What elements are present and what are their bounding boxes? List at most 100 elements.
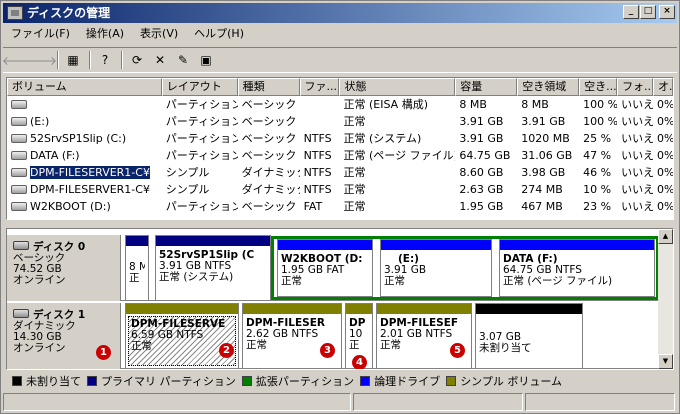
partition-status: 正常 (ページ ファイル) — [503, 275, 613, 287]
window-title: ディスクの管理 — [27, 6, 111, 20]
volume-row[interactable]: W2KBOOT (D:) パーティション ベーシック FAT 正常 1.95 GB 467 … — [7, 198, 673, 215]
column-header-free-percent[interactable]: 空き... — [579, 78, 618, 96]
volume-icon — [11, 100, 27, 109]
delete-icon[interactable]: ✕ — [151, 51, 169, 69]
menu-help[interactable]: ヘルプ(H) — [186, 25, 252, 42]
scroll-down-button[interactable]: ▼ — [658, 354, 673, 369]
cell-filesystem: NTFS — [303, 183, 332, 196]
minimize-button[interactable]: _ — [623, 5, 639, 19]
cell-fault-tolerance: いいえ — [621, 115, 654, 128]
volume-icon — [11, 168, 27, 177]
cell-volume: DATA (F:) — [7, 147, 162, 164]
volume-row[interactable]: DPM-FILESERVER1-C¥ シンプル ダイナミックNTFS 正常 2.63 G… — [7, 181, 673, 198]
scroll-up-button[interactable]: ▲ — [658, 229, 673, 244]
cell-free-space: 467 MB — [521, 200, 563, 213]
export-icon[interactable]: ▣ — [197, 51, 215, 69]
volume-list-header: ボリューム レイアウト 種類 ファ... 状態 容量 空き領域 空き... フォ… — [7, 78, 673, 96]
cell-free-percent: 47 % — [583, 149, 612, 162]
menu-action[interactable]: 操作(A) — [78, 25, 132, 42]
column-header-filesystem[interactable]: ファ... — [299, 78, 340, 96]
volume-name: DPM-FILESERVER1-C¥ — [30, 166, 150, 179]
cell-free-space: 1020 MB — [521, 132, 570, 145]
cell-status: 正常 (ページ ファイル) — [343, 149, 456, 162]
cell-fault-tolerance: いいえ — [621, 132, 654, 145]
disk-0-label[interactable]: ディスク 0 ベーシック 74.52 GB オンライン — [7, 235, 121, 301]
disk-0-partition-e[interactable]: (E:) 3.91 GB 正常 — [380, 239, 492, 297]
forward-arrow-icon[interactable]: 🡒 — [25, 51, 57, 69]
title-bar[interactable]: ディスクの管理 _ □ × — [3, 3, 677, 23]
volume-row[interactable]: DATA (F:) パーティション ベーシック NTFS 正常 (ページ ファイル) 64… — [7, 147, 673, 164]
legend-label: 論理ドライブ — [374, 375, 441, 388]
help-icon[interactable]: ? — [96, 51, 114, 69]
disk-0-row: ディスク 0 ベーシック 74.52 GB オンライン 8 M正 52SrvSP… — [7, 235, 659, 301]
unallocated-bar — [476, 304, 582, 314]
cell-fault-tolerance: いいえ — [621, 200, 654, 213]
column-header-status[interactable]: 状態 — [339, 78, 456, 96]
legend-item: シンプル ボリューム — [446, 373, 562, 389]
partition-bar — [381, 240, 491, 250]
disk-graphical-view[interactable]: ディスク 0 ベーシック 74.52 GB オンライン 8 M正 52SrvSP… — [6, 228, 674, 370]
legend-item: 未割り当て — [12, 373, 81, 389]
disk-1-volume-4[interactable]: DPM-FILESEF 2.01 GB NTFS 正常 — [376, 303, 472, 369]
disk-0-partition-eisa[interactable]: 8 M正 — [125, 235, 149, 301]
menu-file[interactable]: ファイル(F) — [3, 25, 78, 42]
maximize-button[interactable]: □ — [640, 5, 656, 19]
refresh-icon[interactable]: ⟳ — [128, 51, 146, 69]
volume-row[interactable]: 52SrvSP1Slip (C:) パーティション ベーシック NTFS 正常 (システ… — [7, 130, 673, 147]
column-header-free-space[interactable]: 空き領域 — [517, 78, 580, 96]
volume-list[interactable]: ボリューム レイアウト 種類 ファ... 状態 容量 空き領域 空き... フォ… — [6, 77, 674, 220]
cell-fault-tolerance: いいえ — [621, 98, 654, 111]
cell-status: 正常 — [343, 166, 366, 179]
disk-0-partition-d[interactable]: W2KBOOT (D: 1.95 GB FAT 正常 — [277, 239, 373, 297]
cell-capacity: 3.91 GB — [459, 132, 504, 145]
column-header-overhead[interactable]: オ... — [653, 78, 673, 96]
legend-swatch — [360, 376, 371, 386]
cell-capacity: 1.95 GB — [459, 200, 504, 213]
volume-row[interactable]: パーティション ベーシック 正常 (EISA 構成) 8 MB 8 MB 100 % いいえ… — [7, 96, 673, 113]
partition-status: 正常 — [281, 275, 302, 287]
cell-free-space: 3.98 GB — [521, 166, 566, 179]
vertical-scrollbar[interactable]: ▲ ▼ — [658, 229, 673, 369]
status-pane-1 — [3, 393, 351, 411]
cell-type: ダイナミック — [241, 183, 300, 196]
volume-row[interactable]: (E:) パーティション ベーシック 正常 3.91 GB 3.91 GB 100 % いいえ… — [7, 113, 673, 130]
annotation-badge-1: 1 — [96, 345, 111, 360]
disk-management-window: ディスクの管理 _ □ × ファイル(F) 操作(A) 表示(V) ヘルプ(H)… — [0, 0, 680, 414]
disk-1-unallocated[interactable]: 3.07 GB 未割り当て — [475, 303, 583, 369]
volume-icon — [11, 117, 27, 126]
cell-type: ベーシック — [241, 149, 297, 162]
volume-row[interactable]: DPM-FILESERVER1-C¥ シンプル ダイナミックNTFS 正常 8.60 G… — [7, 164, 673, 181]
column-header-capacity[interactable]: 容量 — [455, 78, 518, 96]
disk-1-volume-2[interactable]: DPM-FILESER 2.62 GB NTFS 正常 — [242, 303, 342, 369]
properties-pane-icon[interactable]: ▦ — [64, 51, 82, 69]
legend-label: シンプル ボリューム — [460, 375, 563, 388]
cell-capacity: 2.63 GB — [459, 183, 504, 196]
properties-icon[interactable]: ✎ — [174, 51, 192, 69]
menu-view[interactable]: 表示(V) — [132, 25, 186, 42]
disk-1-volume-1[interactable]: DPM-FILESERVE 6.59 GB NTFS 正常 — [125, 303, 239, 369]
close-button[interactable]: × — [659, 5, 675, 19]
disk-0-partition-c[interactable]: 52SrvSP1Slip (C 3.91 GB NTFS 正常 (システム) — [155, 235, 271, 301]
column-header-volume[interactable]: ボリューム — [7, 78, 162, 96]
partition-bar — [126, 236, 148, 246]
legend-label: 拡張パーティション — [255, 375, 355, 388]
column-header-fault-tolerance[interactable]: フォ... — [617, 78, 654, 96]
disk-management-app-icon[interactable] — [7, 6, 23, 20]
cell-volume: DPM-FILESERVER1-C¥ — [7, 164, 162, 181]
cell-free-space: 31.06 GB — [521, 149, 573, 162]
toolbar-separator — [89, 51, 91, 69]
cell-fault-tolerance: いいえ — [621, 149, 654, 162]
disk-icon — [13, 309, 29, 318]
disk-0-partition-f[interactable]: DATA (F:) 64.75 GB NTFS 正常 (ページ ファイル) — [499, 239, 655, 297]
unallocated-status: 未割り当て — [479, 342, 532, 354]
legend-label: 未割り当て — [26, 375, 81, 388]
legend-swatch — [446, 376, 457, 386]
cell-volume: W2KBOOT (D:) — [7, 198, 162, 215]
column-header-type[interactable]: 種類 — [237, 78, 300, 96]
column-header-layout[interactable]: レイアウト — [161, 78, 238, 96]
cell-type: ベーシック — [241, 132, 297, 145]
cell-type: ベーシック — [241, 115, 297, 128]
volume-bar — [346, 304, 372, 314]
volume-name: DPM-FILESERVER1-C¥ — [30, 183, 150, 196]
cell-layout: シンプル — [165, 166, 210, 179]
